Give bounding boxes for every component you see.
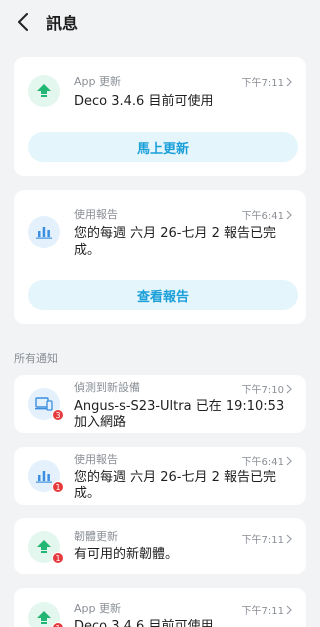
notification-message-line1: 您的每週 六月 26-七月 2 報告已完	[74, 470, 277, 485]
notification-label: App 更新	[74, 602, 121, 615]
page-title: 訊息	[46, 14, 79, 33]
notification-message-line1: 您的每週 六月 26-七月 2 報告已完	[74, 226, 277, 241]
chevron-right-icon	[286, 534, 292, 543]
usage-report-card: 使用報告 下午6:41 您的每週 六月 26-七月 2 報告已完 成。 查看報告	[14, 190, 306, 324]
notification-time: 下午7:11	[242, 74, 292, 89]
unread-badge: 1	[52, 481, 64, 493]
notification-time: 下午6:41	[242, 207, 292, 222]
bar-chart-icon	[28, 216, 60, 248]
time-text: 下午7:11	[241, 78, 284, 89]
arrow-up-icon	[28, 75, 60, 107]
section-title: 所有通知	[14, 352, 58, 365]
notification-label: 偵測到新設備	[74, 381, 140, 394]
unread-badge: 1	[52, 552, 64, 564]
update-now-button[interactable]: 馬上更新	[28, 132, 298, 162]
notification-message-line2: 加入網路	[74, 415, 127, 430]
notification-label: 韌體更新	[74, 530, 118, 543]
time-text: 下午7:11	[241, 606, 284, 617]
time-text: 下午7:10	[241, 385, 284, 396]
top-bar: 訊息	[0, 0, 320, 44]
chevron-right-icon	[286, 384, 292, 393]
notification-label: 使用報告	[74, 453, 118, 466]
chevron-right-icon	[286, 605, 292, 614]
unread-badge: 3	[52, 409, 64, 421]
notification-label: 使用報告	[74, 208, 118, 221]
chevron-right-icon	[286, 77, 292, 86]
time-text: 下午6:41	[241, 211, 284, 222]
chevron-right-icon	[286, 210, 292, 219]
notification-time: 下午7:11	[242, 602, 292, 617]
notification-message: Deco 3.4.6 目前可使用	[74, 94, 214, 109]
notification-label: App 更新	[74, 75, 121, 88]
notification-time: 下午6:41	[242, 453, 292, 468]
notification-message-line1: Angus-s-S23-Ultra 已在 19:10:53	[74, 399, 285, 414]
notification-message-line1: Deco 3.4.6 目前可使用	[74, 619, 214, 627]
list-item[interactable]: 3 偵測到新設備 下午7:10 Angus-s-S23-Ultra 已在 19:…	[14, 375, 306, 433]
notification-time: 下午7:11	[242, 531, 292, 546]
notification-message-line1: 有可用的新韌體。	[74, 547, 179, 562]
chevron-left-icon[interactable]	[12, 10, 34, 34]
time-text: 下午6:41	[241, 457, 284, 468]
chevron-right-icon	[286, 456, 292, 465]
view-report-button[interactable]: 查看報告	[28, 280, 298, 310]
notification-message-line2: 成。	[74, 486, 101, 501]
list-item[interactable]: 1 韌體更新 下午7:11 有可用的新韌體。	[14, 518, 306, 574]
list-item[interactable]: 1 App 更新 下午7:11 Deco 3.4.6 目前可使用	[14, 588, 306, 627]
notification-message-line2: 成。	[74, 243, 101, 258]
list-item[interactable]: 1 使用報告 下午6:41 您的每週 六月 26-七月 2 報告已完 成。	[14, 447, 306, 505]
app-update-card: App 更新 下午7:11 Deco 3.4.6 目前可使用 馬上更新	[14, 57, 306, 176]
notification-time: 下午7:10	[242, 381, 292, 396]
unread-badge: 1	[52, 622, 64, 627]
time-text: 下午7:11	[241, 535, 284, 546]
